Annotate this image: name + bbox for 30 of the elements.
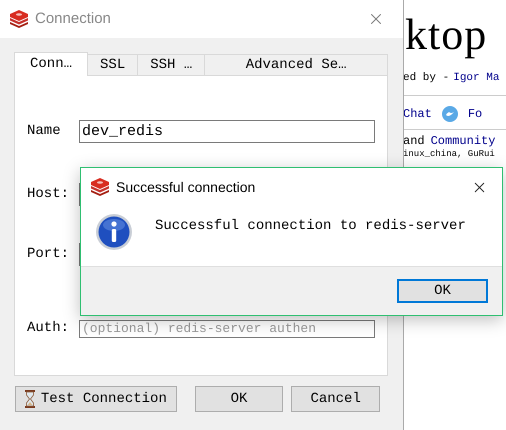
page-text: inux_china, GuRui [403, 148, 496, 160]
dialog-message: Successful connection to redis-server [155, 217, 466, 236]
field-label: Auth: [27, 319, 70, 338]
byline-text: ed by - [403, 71, 450, 86]
tab[interactable]: SSH … [137, 54, 206, 76]
test-connection-button[interactable]: Test Connection [15, 386, 177, 412]
auth-field[interactable]: (optional) redis-server authen [79, 320, 375, 338]
page-link[interactable]: Fo [468, 104, 482, 122]
tab[interactable]: Conn… [14, 52, 88, 76]
cube-stack-icon [90, 178, 110, 196]
page-text: and [403, 134, 425, 148]
community-link[interactable]: Community [430, 134, 496, 148]
info-icon [95, 213, 133, 251]
field-label: Host: [27, 185, 70, 204]
field-label: Name [27, 122, 62, 141]
tab[interactable]: Advanced Se… [204, 54, 388, 76]
dialog-title: Successful connection [116, 178, 256, 196]
bird-icon [442, 106, 458, 122]
field-label: Port: [27, 245, 70, 264]
page-heading: ktop [405, 10, 488, 60]
author-link[interactable]: Igor Ma [453, 70, 500, 86]
hourglass-icon [24, 390, 35, 408]
window-title: Connection [35, 8, 111, 29]
ok-button[interactable]: OK [397, 279, 488, 303]
tab[interactable]: SSL [87, 54, 138, 76]
cube-stack-icon [9, 10, 29, 28]
name-field[interactable]: dev_redis [79, 120, 375, 143]
dialog-button[interactable]: OK [194, 386, 284, 412]
dialog-button[interactable]: Cancel [291, 386, 380, 412]
page-link[interactable]: Chat [403, 104, 432, 122]
